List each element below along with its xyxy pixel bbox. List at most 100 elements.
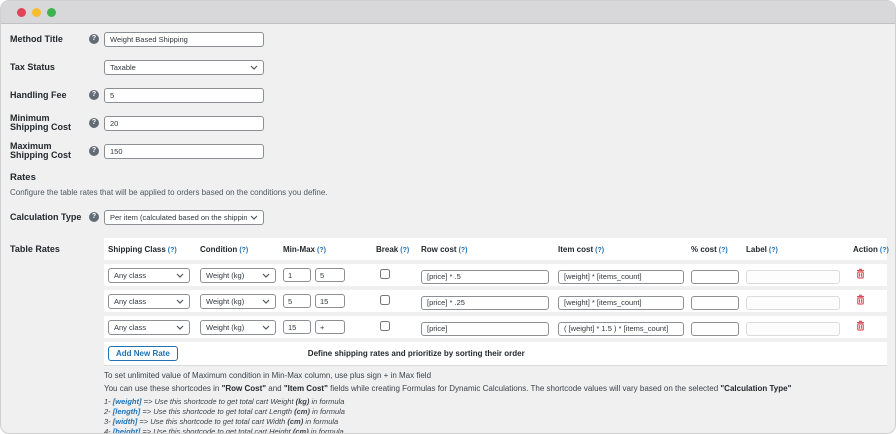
item-tail: in formula — [310, 407, 345, 416]
shortcode-name: [width] — [113, 417, 138, 426]
max-input[interactable] — [315, 268, 345, 282]
tax-status-label: Tax Status — [10, 63, 89, 72]
col-header-percent-cost: % cost(?) — [691, 245, 746, 254]
unlimited-max-note: To set unlimited value of Maximum condit… — [104, 371, 886, 380]
help-tip-icon[interactable]: ? — [89, 118, 99, 128]
note-bold: "Calculation Type" — [720, 384, 791, 393]
note-bold: "Row Cost" — [222, 384, 266, 393]
delete-rate-button[interactable] — [856, 268, 865, 279]
minimize-window-button[interactable] — [32, 8, 41, 17]
item-text: => Use this shortcode to get total cart … — [140, 427, 293, 434]
form-row-method-title: Method Title ? — [10, 28, 886, 50]
item-unit: (kg) — [296, 397, 310, 406]
row-cost-input[interactable] — [421, 296, 549, 310]
help-link[interactable]: (?) — [400, 247, 409, 254]
chevron-down-icon — [262, 273, 270, 278]
table-rates-section: Table Rates Shipping Class(?) Condition(… — [10, 238, 886, 366]
percent-cost-input[interactable] — [691, 322, 739, 336]
rate-row-3: Any class Weight (kg) — [104, 316, 887, 338]
help-tip-icon[interactable]: ? — [89, 34, 99, 44]
col-header-shipping-class: Shipping Class(?) — [108, 245, 200, 254]
item-unit: (cm) — [293, 427, 309, 434]
calculation-type-label: Calculation Type — [10, 213, 89, 222]
rates-section-description: Configure the table rates that will be a… — [10, 188, 886, 197]
percent-cost-input[interactable] — [691, 270, 739, 284]
min-input[interactable] — [283, 320, 311, 334]
help-tip-icon[interactable]: ? — [89, 146, 99, 156]
help-link[interactable]: (?) — [168, 247, 177, 254]
trash-icon — [856, 294, 865, 305]
calculation-type-select[interactable]: Per item (calculated based on the shippi… — [104, 210, 264, 225]
help-link[interactable]: (?) — [880, 247, 889, 254]
form-row-max-shipping-cost: Maximum Shipping Cost ? — [10, 140, 886, 162]
col-header-text: Label — [746, 245, 767, 254]
col-header-condition: Condition(?) — [200, 245, 283, 254]
sort-order-note: Define shipping rates and prioritize by … — [308, 349, 525, 358]
shortcode-item: 4- [height] => Use this shortcode to get… — [104, 428, 886, 434]
shipping-class-select[interactable]: Any class — [108, 320, 190, 335]
rates-table: Shipping Class(?) Condition(?) Min-Max(?… — [104, 238, 887, 366]
shortcode-name: [length] — [113, 407, 141, 416]
row-cost-input[interactable] — [421, 270, 549, 284]
method-title-label: Method Title — [10, 35, 89, 44]
break-checkbox[interactable] — [380, 269, 390, 279]
handling-fee-input[interactable] — [104, 88, 264, 103]
help-link[interactable]: (?) — [317, 247, 326, 254]
add-new-rate-button[interactable]: Add New Rate — [108, 346, 178, 361]
item-tail: in formula — [303, 417, 338, 426]
shipping-class-select[interactable]: Any class — [108, 268, 190, 283]
min-input[interactable] — [283, 294, 311, 308]
condition-select[interactable]: Weight (kg) — [200, 268, 276, 283]
col-header-text: Row cost — [421, 245, 457, 254]
help-link[interactable]: (?) — [769, 247, 778, 254]
trash-icon — [856, 268, 865, 279]
row-cost-input[interactable] — [421, 322, 549, 336]
chevron-down-icon — [176, 299, 184, 304]
item-cost-input[interactable] — [558, 270, 684, 284]
maximize-window-button[interactable] — [47, 8, 56, 17]
chevron-down-icon — [250, 215, 258, 220]
window-titlebar — [1, 1, 895, 24]
shortcodes-intro-note: You can use these shortcodes in "Row Cos… — [104, 384, 886, 393]
app-window: Method Title ? Tax Status ? Taxable Hand… — [0, 0, 896, 434]
max-input[interactable] — [315, 320, 345, 334]
help-link[interactable]: (?) — [239, 247, 248, 254]
rates-table-footer: Add New Rate Define shipping rates and p… — [104, 342, 887, 366]
break-checkbox[interactable] — [380, 321, 390, 331]
settings-panel: Method Title ? Tax Status ? Taxable Hand… — [1, 24, 895, 434]
help-link[interactable]: (?) — [459, 247, 468, 254]
condition-select[interactable]: Weight (kg) — [200, 320, 276, 335]
rates-table-header: Shipping Class(?) Condition(?) Min-Max(?… — [104, 238, 887, 260]
min-shipping-cost-input[interactable] — [104, 116, 264, 131]
footer-notes: To set unlimited value of Maximum condit… — [104, 371, 886, 434]
max-shipping-cost-input[interactable] — [104, 144, 264, 159]
help-link[interactable]: (?) — [719, 247, 728, 254]
condition-select[interactable]: Weight (kg) — [200, 294, 276, 309]
delete-rate-button[interactable] — [856, 294, 865, 305]
help-link[interactable]: (?) — [595, 247, 604, 254]
shipping-class-select[interactable]: Any class — [108, 294, 190, 309]
method-title-input[interactable] — [104, 32, 264, 47]
tax-status-select[interactable]: Taxable — [104, 60, 264, 75]
item-cost-input[interactable] — [558, 296, 684, 310]
rate-row-1: Any class Weight (kg) — [104, 264, 887, 286]
max-input[interactable] — [315, 294, 345, 308]
close-window-button[interactable] — [17, 8, 26, 17]
chevron-down-icon — [262, 325, 270, 330]
min-input[interactable] — [283, 268, 311, 282]
item-cost-input[interactable] — [558, 322, 684, 336]
help-tip-icon[interactable]: ? — [89, 90, 99, 100]
item-number: 2- — [104, 407, 113, 416]
condition-value: Weight (kg) — [206, 297, 259, 306]
note-text: and — [266, 384, 284, 393]
label-input — [746, 270, 840, 284]
break-checkbox[interactable] — [380, 295, 390, 305]
delete-rate-button[interactable] — [856, 320, 865, 331]
item-text: => Use this shortcode to get total cart … — [137, 417, 287, 426]
help-tip-icon[interactable]: ? — [89, 212, 99, 222]
shortcodes-list: 1- [weight] => Use this shortcode to get… — [104, 398, 886, 434]
rate-row-2: Any class Weight (kg) — [104, 290, 887, 312]
percent-cost-input[interactable] — [691, 296, 739, 310]
shortcode-name: [weight] — [113, 397, 142, 406]
max-shipping-cost-label: Maximum Shipping Cost — [10, 142, 89, 160]
